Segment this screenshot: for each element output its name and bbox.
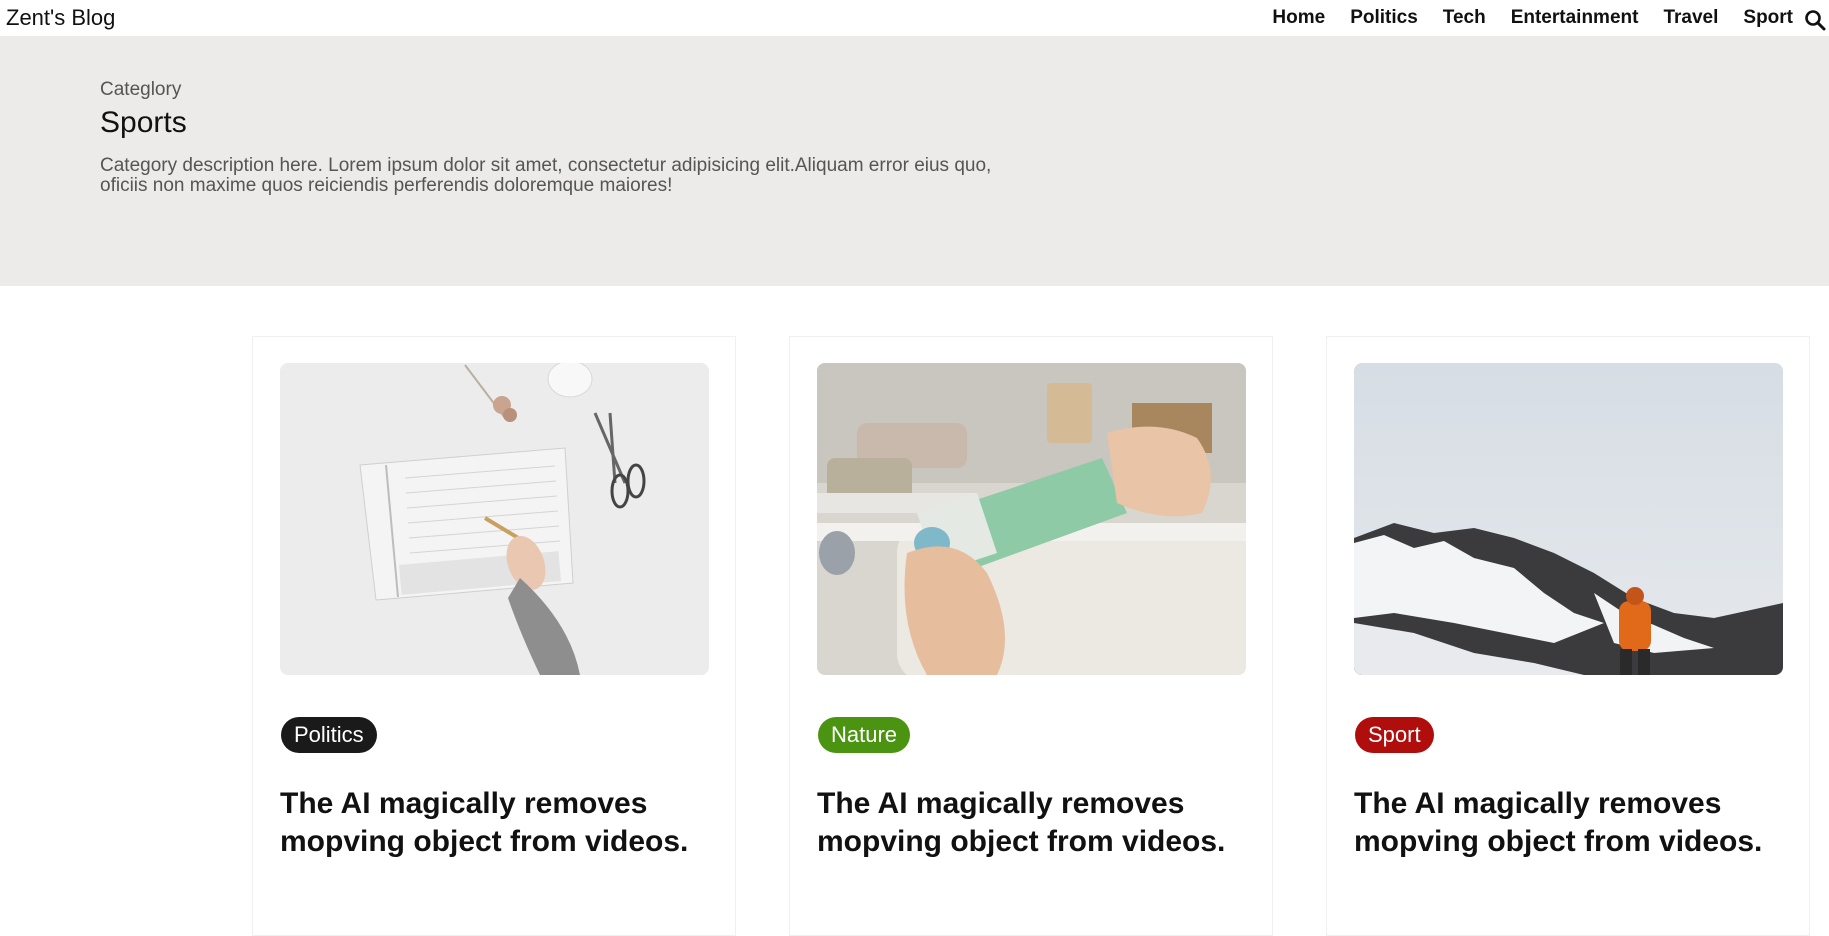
post-card[interactable]: Sport The AI magically removes mopving o… — [1326, 336, 1810, 936]
main-nav: Home Politics Tech Entertainment Travel … — [1247, 0, 1793, 36]
post-card[interactable]: Nature The AI magically removes mopving … — [789, 336, 1273, 936]
hands-opening-box-photo — [817, 363, 1246, 675]
post-title[interactable]: The AI magically removes mopving object … — [280, 785, 720, 861]
category-kicker: Categlory — [100, 79, 182, 100]
post-image[interactable] — [280, 363, 709, 675]
search-icon[interactable] — [1803, 8, 1827, 32]
post-title[interactable]: The AI magically removes mopving object … — [817, 785, 1257, 861]
category-tag[interactable]: Politics — [281, 717, 377, 753]
nav-home[interactable]: Home — [1272, 7, 1325, 29]
nav-sport[interactable]: Sport — [1743, 7, 1793, 29]
nav-tech[interactable]: Tech — [1443, 7, 1486, 29]
nav-entertainment[interactable]: Entertainment — [1511, 7, 1639, 29]
post-card[interactable]: Politics The AI magically removes mopvin… — [252, 336, 736, 936]
nav-politics[interactable]: Politics — [1350, 7, 1418, 29]
site-brand[interactable]: Zent's Blog — [6, 5, 115, 31]
snowy-mountain-hiker-photo — [1354, 363, 1783, 675]
notebook-writing-photo — [280, 363, 709, 675]
nav-travel[interactable]: Travel — [1663, 7, 1718, 29]
category-tag[interactable]: Sport — [1355, 717, 1434, 753]
post-title[interactable]: The AI magically removes mopving object … — [1354, 785, 1794, 861]
top-navigation-bar: Zent's Blog Home Politics Tech Entertain… — [0, 0, 1829, 36]
post-grid: Politics The AI magically removes mopvin… — [252, 336, 1812, 936]
category-tag[interactable]: Nature — [818, 717, 911, 753]
post-image[interactable] — [1354, 363, 1783, 675]
category-description: Category description here. Lorem ipsum d… — [100, 155, 992, 196]
category-title: Sports — [100, 106, 187, 139]
category-hero: Categlory Sports Category description he… — [0, 36, 1829, 286]
post-image[interactable] — [817, 363, 1246, 675]
